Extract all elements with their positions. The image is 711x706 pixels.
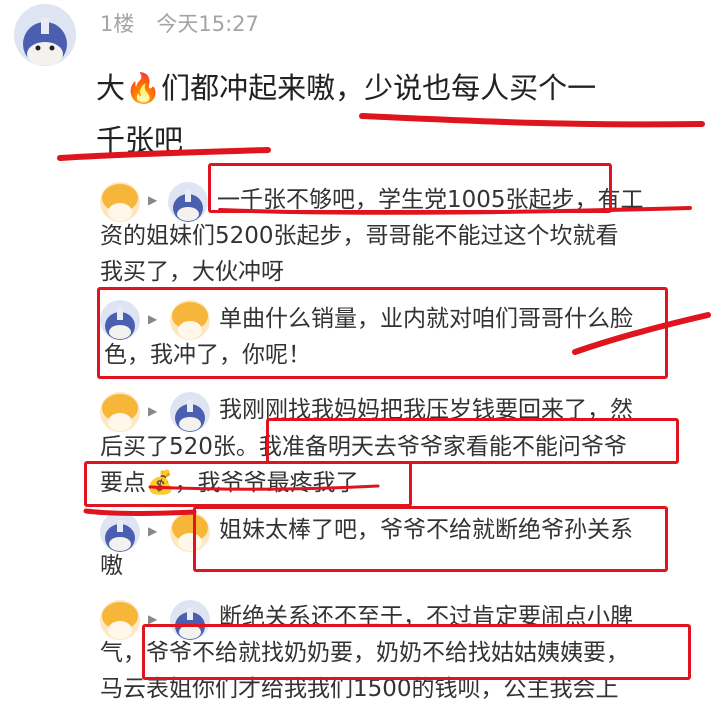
reply-arrow-icon: ▶: [148, 524, 158, 538]
annotation-box: [266, 418, 679, 464]
annotation-box: [193, 506, 668, 572]
annotation-box: [142, 624, 691, 680]
robot-avatar-icon: [170, 392, 210, 432]
reply-avatar-robot[interactable]: [168, 182, 208, 222]
reply-1-line-2: 资的姐妹们5200张起步，哥哥能不能过这个坎就看: [100, 223, 619, 249]
reply-avatar-robot[interactable]: [100, 512, 140, 552]
reply-avatar-orange[interactable]: [100, 392, 140, 432]
user-avatar[interactable]: [14, 4, 76, 66]
orange-hair-avatar-icon: [100, 182, 140, 222]
annotation-box: [208, 163, 612, 213]
orange-hair-avatar-icon: [100, 392, 140, 432]
post-line-1: 大🔥们都冲起来嗷，少说也每人买个一: [96, 71, 597, 105]
annotation-box: [84, 461, 412, 507]
reply-avatar-orange[interactable]: [100, 600, 140, 640]
reply-1-line-3: 我买了，大伙冲呀: [100, 259, 284, 285]
robot-avatar-icon: [100, 512, 140, 552]
fire-icon: 🔥: [125, 71, 162, 105]
robot-avatar-icon: [168, 182, 208, 222]
reply-avatar-robot[interactable]: [170, 392, 210, 432]
annotation-box: [97, 287, 668, 379]
reply-4-line-2: 嗷: [100, 553, 123, 579]
post-line-2: 千张吧: [96, 123, 184, 157]
reply-avatar-orange[interactable]: [100, 182, 140, 222]
post-meta: 1楼 今天15:27: [100, 8, 281, 38]
orange-hair-avatar-icon: [100, 600, 140, 640]
robot-avatar-icon: [14, 4, 76, 66]
underline-stroke: [83, 508, 197, 516]
reply-arrow-icon: ▶: [148, 193, 158, 207]
floor-number: 1楼: [100, 12, 135, 36]
post-time: 今天15:27: [156, 12, 259, 36]
reply-arrow-icon: ▶: [148, 404, 158, 418]
post-content: 大🔥们都冲起来嗷，少说也每人买个一 千张吧: [96, 62, 696, 166]
